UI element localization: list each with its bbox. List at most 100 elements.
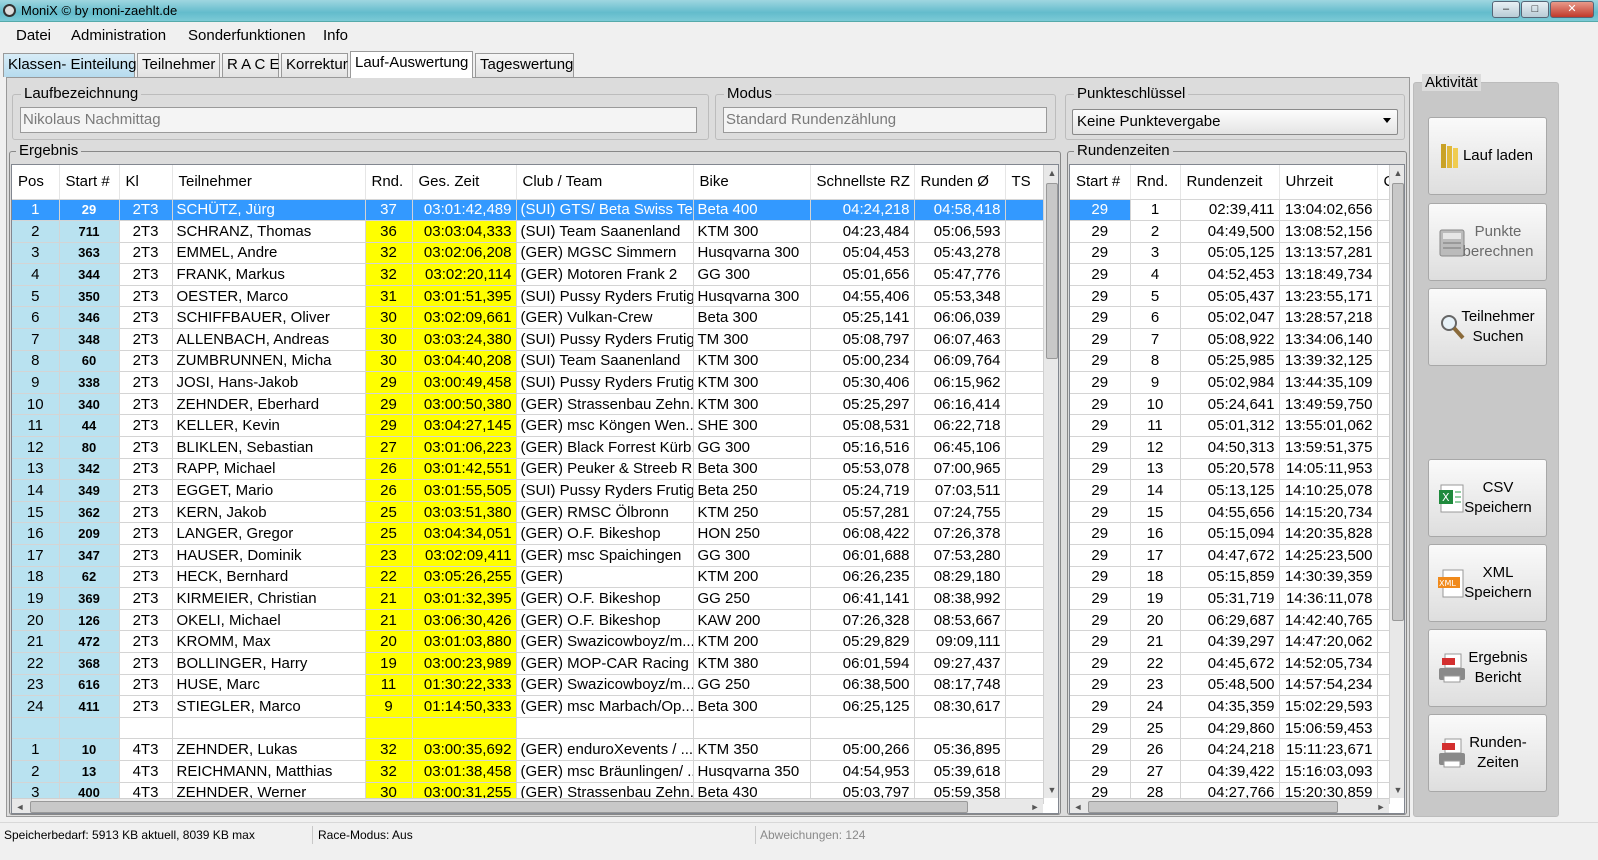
ergebnis-row[interactable]: 8 60 2T3 ZUMBRUNNEN, Micha 30 03:04:40,208 (SU… (12, 350, 1044, 373)
rundenzeiten-row[interactable]: 29 19 05:31,719 14:36:11,078 (1070, 587, 1390, 610)
laufbezeichnung-field[interactable]: Nikolaus Nachmittag (20, 107, 697, 133)
ergebnis-row[interactable]: 23 616 2T3 HUSE, Marc 11 01:30:22,333 (GER) Sw… (12, 674, 1044, 697)
col-uhrzeit[interactable]: Uhrzeit (1279, 165, 1378, 200)
tab-klassen-einteilung[interactable]: Klassen- Einteilung (3, 53, 136, 77)
scroll-thumb[interactable] (30, 801, 968, 813)
close-button[interactable]: ✕ (1550, 1, 1594, 18)
rundenzeiten-row[interactable]: 29 13 05:20,578 14:05:11,953 (1070, 458, 1390, 481)
scroll-down-icon[interactable]: ▼ (1390, 782, 1404, 798)
scroll-down-icon[interactable]: ▼ (1044, 782, 1058, 798)
scroll-right-icon[interactable]: ► (1027, 799, 1043, 813)
col-start[interactable]: Start # (59, 165, 120, 200)
col-teilnehmer[interactable]: Teilnehmer (172, 165, 366, 200)
ergebnis-row[interactable]: 12 80 2T3 BLIKLEN, Sebastian 27 03:01:06,223(… (12, 436, 1044, 459)
rundenzeiten-row[interactable]: 29 20 06:29,687 14:42:40,765 (1070, 609, 1390, 632)
tab-korrektur[interactable]: Korrektur (281, 53, 348, 77)
rundenzeiten-row[interactable]: 29 17 04:47,672 14:25:23,500 (1070, 544, 1390, 567)
rundenzeiten-row[interactable]: 29 27 04:39,422 15:16:03,093 (1070, 760, 1390, 783)
rundenzeiten-grid[interactable]: Start # Rnd. Rundenzeit Uhrzeit C 29102:… (1069, 164, 1405, 814)
col-schnellste-rz[interactable]: Schnellste RZ (810, 165, 915, 200)
rundenzeiten-row[interactable]: 29 15 04:55,656 14:15:20,734 (1070, 501, 1390, 524)
menu-info[interactable]: Info (323, 27, 348, 44)
col-rundenzeit[interactable]: Rundenzeit (1180, 165, 1280, 200)
modus-field[interactable]: Standard Rundenzählung (723, 107, 1047, 133)
col-c[interactable]: C (1377, 165, 1390, 200)
ergebnis-row[interactable]: 15 362 2T3 KERN, Jakob 25 03:03:51,380 (GER) R… (12, 501, 1044, 524)
rundenzeiten-row[interactable]: 29 2 04:49,500 13:08:52,156 (1070, 220, 1390, 243)
rundenzeiten-row[interactable]: 29 1 02:39,411 13:04:02,656 (1070, 199, 1390, 222)
xml-speichern-button[interactable]: XML XML Speichern (1428, 544, 1547, 622)
rundenzeiten-row[interactable]: 29 26 04:24,218 15:11:23,671 (1070, 738, 1390, 761)
col-klasse[interactable]: Kl (119, 165, 173, 200)
rundenzeiten-row[interactable]: 29 25 04:29,860 15:06:59,453 (1070, 717, 1390, 740)
tab-race[interactable]: R A C E (222, 53, 280, 77)
scroll-thumb[interactable] (1046, 183, 1058, 359)
col-start[interactable]: Start # (1070, 165, 1131, 200)
ergebnis-row[interactable]: 24 411 2T3 STIEGLER, Marco 9 01:14:50,333 (GER… (12, 695, 1044, 718)
rundenzeiten-row[interactable]: 29 8 05:25,985 13:39:32,125 (1070, 350, 1390, 373)
maximize-button[interactable]: □ (1521, 1, 1549, 18)
scroll-up-icon[interactable]: ▲ (1044, 165, 1058, 181)
punkte-berechnen-button[interactable]: Punkte berechnen (1428, 203, 1547, 281)
ergebnis-row[interactable]: 11 44 2T3 KELLER, Kevin 29 03:04:27,145 (GER) … (12, 414, 1044, 438)
rundenzeiten-row[interactable]: 29 7 05:08,922 13:34:06,140 (1070, 328, 1390, 351)
scroll-left-icon[interactable]: ◄ (12, 799, 28, 813)
scroll-thumb[interactable] (1392, 183, 1404, 621)
minimize-button[interactable]: – (1492, 1, 1520, 18)
tab-teilnehmer[interactable]: Teilnehmer (137, 53, 220, 77)
col-bike[interactable]: Bike (693, 165, 811, 200)
ergebnis-grid[interactable]: Pos Start # Kl Teilnehmer Rnd. Ges. Zeit… (11, 164, 1059, 814)
ergebnis-row[interactable]: 17 347 2T3 HAUSER, Dominik 23 03:02:09,411 (GE… (12, 544, 1044, 567)
ergebnis-row[interactable]: 4 344 2T3 FRANK, Markus 32 03:02:20,114 (GER) … (12, 263, 1044, 286)
rundenzeiten-row[interactable]: 29 3 05:05,125 13:13:57,281 (1070, 242, 1390, 265)
rundenzeiten-row[interactable]: 29 21 04:39,297 14:47:20,062 (1070, 630, 1390, 653)
csv-speichern-button[interactable]: X CSV Speichern (1428, 459, 1547, 537)
scroll-thumb[interactable] (1088, 801, 1338, 813)
menu-administration[interactable]: Administration (71, 27, 166, 44)
ergebnis-vertical-scrollbar[interactable]: ▲ ▼ (1043, 165, 1058, 798)
punkteschluessel-select[interactable]: Keine Punktevergabe (1072, 109, 1398, 135)
rundenzeiten-row[interactable]: 29 10 05:24,641 13:49:59,750 (1070, 393, 1390, 416)
ergebnis-row[interactable]: 14 349 2T3 EGGET, Mario 26 03:01:55,505 (SUI) … (12, 479, 1044, 502)
rundenzeiten-row[interactable]: 29 9 05:02,984 13:44:35,109 (1070, 371, 1390, 394)
ergebnis-row[interactable]: 3 363 2T3 EMMEL, Andre 32 03:02:06,208 (GER) M… (12, 242, 1044, 265)
rundenzeiten-row[interactable]: 29 23 05:48,500 14:57:54,234 (1070, 674, 1390, 697)
ergebnis-row[interactable] (12, 717, 1044, 740)
ergebnis-bericht-button[interactable]: Ergebnis Bericht (1428, 629, 1547, 707)
runden-zeiten-button[interactable]: Runden- Zeiten (1428, 714, 1547, 792)
ergebnis-row[interactable]: 22 368 2T3 BOLLINGER, Harry 19 03:00:23,989 (G… (12, 652, 1044, 675)
ergebnis-horizontal-scrollbar[interactable]: ◄ ► (12, 798, 1043, 813)
ergebnis-row[interactable]: 1 10 4T3 ZEHNDER, Lukas 32 03:00:35,692 (GER) … (12, 738, 1044, 761)
teilnehmer-suchen-button[interactable]: Teilnehmer Suchen (1428, 288, 1547, 366)
col-club-team[interactable]: Club / Team (516, 165, 694, 200)
rundenzeiten-row[interactable]: 29 12 04:50,313 13:59:51,375 (1070, 436, 1390, 459)
lauf-laden-button[interactable]: Lauf laden (1428, 117, 1547, 195)
scroll-up-icon[interactable]: ▲ (1390, 165, 1404, 181)
rundenzeiten-row[interactable]: 29 5 05:05,437 13:23:55,171 (1070, 285, 1390, 308)
rundenzeiten-row[interactable]: 29 4 04:52,453 13:18:49,734 (1070, 263, 1390, 286)
col-runden-schnitt[interactable]: Runden Ø (914, 165, 1006, 200)
menu-sonderfunktionen[interactable]: Sonderfunktionen (188, 27, 306, 44)
ergebnis-row[interactable]: 9 338 2T3 JOSI, Hans-Jakob 29 03:00:49,458 (SU… (12, 371, 1044, 394)
rundenzeiten-row[interactable]: 29 14 05:13,125 14:10:25,078 (1070, 479, 1390, 502)
col-ts[interactable]: TS (1005, 165, 1044, 200)
rundenzeiten-row[interactable]: 29 24 04:35,359 15:02:29,593 (1070, 695, 1390, 718)
tab-lauf-auswertung[interactable]: Lauf-Auswertung (350, 51, 473, 78)
ergebnis-row[interactable]: 5 350 2T3 OESTER, Marco 31 03:01:51,395 (SUI) … (12, 285, 1044, 308)
ergebnis-row[interactable]: 6 346 2T3 SCHIFFBAUER, Oliver 30 03:02:09,661… (12, 306, 1044, 330)
rundenzeiten-row[interactable]: 29 18 05:15,859 14:30:39,359 (1070, 566, 1390, 589)
col-gesamtzeit[interactable]: Ges. Zeit (412, 165, 517, 200)
col-runde[interactable]: Rnd. (1130, 165, 1181, 200)
rundenzeiten-row[interactable]: 29 11 05:01,312 13:55:01,062 (1070, 414, 1390, 438)
ergebnis-row[interactable]: 18 62 2T3 HECK, Bernhard 22 03:05:26,255 (GER)… (12, 566, 1044, 589)
ergebnis-row[interactable]: 20 126 2T3 OKELI, Michael 21 03:06:30,426 (GER… (12, 609, 1044, 632)
ergebnis-row[interactable]: 7 348 2T3 ALLENBACH, Andreas 30 03:03:24,380(… (12, 328, 1044, 351)
rundenzeiten-row[interactable]: 29 16 05:15,094 14:20:35,828 (1070, 522, 1390, 545)
ergebnis-row[interactable]: 16 209 2T3 LANGER, Gregor 25 03:04:34,051 (GER… (12, 522, 1044, 545)
ergebnis-row[interactable]: 2 711 2T3 SCHRANZ, Thomas 36 03:03:04,333 (SUI… (12, 220, 1044, 243)
tab-tageswertung[interactable]: Tageswertung (475, 53, 574, 77)
scroll-left-icon[interactable]: ◄ (1070, 799, 1086, 813)
col-pos[interactable]: Pos (12, 165, 60, 200)
rundenzeiten-row[interactable]: 29 6 05:02,047 13:28:57,218 (1070, 306, 1390, 330)
ergebnis-row[interactable]: 10 340 2T3 ZEHNDER, Eberhard 29 03:00:50,380(… (12, 393, 1044, 416)
